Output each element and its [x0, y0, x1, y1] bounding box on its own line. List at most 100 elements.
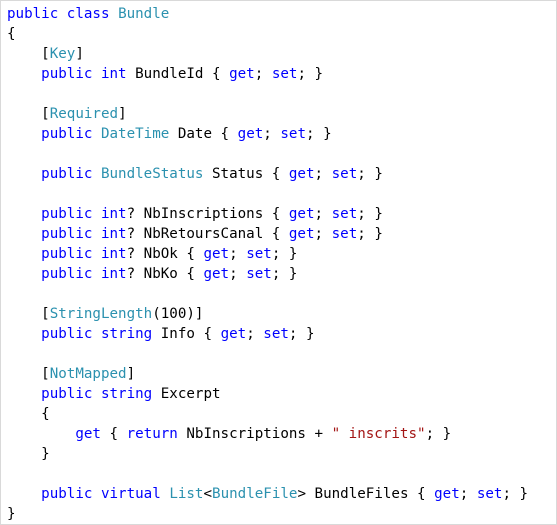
code-token: ;	[314, 206, 332, 222]
keyword-token: set	[476, 486, 503, 502]
keyword-token: public	[41, 166, 93, 182]
keyword-token: public	[41, 266, 93, 282]
code-line: [NotMapped]	[7, 364, 528, 384]
code-line: public int? NbKo { get; set; }	[7, 264, 528, 284]
keyword-token: get	[237, 126, 264, 142]
type-token: DateTime	[100, 126, 170, 142]
code-token: Date {	[169, 126, 238, 142]
code-editor[interactable]: public class Bundle{ [Key] public int Bu…	[0, 0, 557, 525]
keyword-token: int	[100, 226, 127, 242]
type-token: List	[169, 486, 204, 502]
string-token: " inscrits"	[331, 426, 426, 442]
keyword-token: public	[41, 486, 93, 502]
keyword-token: public	[41, 326, 93, 342]
code-token: {	[7, 26, 16, 42]
code-token: [	[7, 366, 50, 382]
keyword-token: public	[41, 66, 93, 82]
code-token: }	[7, 446, 50, 462]
code-token: [	[7, 46, 50, 62]
code-line: public class Bundle	[7, 4, 528, 24]
code-token: ;	[459, 486, 477, 502]
type-token: BundleFile	[212, 486, 298, 502]
code-token: ;	[246, 326, 264, 342]
code-line: public string Excerpt	[7, 384, 528, 404]
keyword-token: public	[7, 6, 59, 22]
code-line: [Key]	[7, 44, 528, 64]
keyword-token: get	[288, 166, 315, 182]
type-token: StringLength	[49, 306, 153, 322]
keyword-token: set	[246, 246, 272, 262]
code-line: public string Info { get; set; }	[7, 324, 528, 344]
keyword-token: get	[288, 226, 315, 242]
code-line: public int BundleId { get; set; }	[7, 64, 528, 84]
keyword-token: string	[100, 326, 153, 342]
type-token: Required	[49, 106, 119, 122]
keyword-token: get	[75, 426, 101, 442]
keyword-token: get	[220, 326, 247, 342]
keyword-token: public	[41, 126, 93, 142]
code-line: {	[7, 24, 528, 44]
code-block[interactable]: public class Bundle{ [Key] public int Bu…	[7, 4, 528, 524]
code-token: ? NbOk {	[126, 246, 204, 262]
code-token: ;	[314, 226, 332, 242]
code-line: [Required]	[7, 104, 528, 124]
code-token: ;	[254, 66, 272, 82]
code-token: ;	[229, 266, 247, 282]
type-token: Key	[49, 46, 76, 62]
code-line: public int? NbRetoursCanal { get; set; }	[7, 224, 528, 244]
code-token: ; }	[288, 326, 315, 342]
code-token: ? NbInscriptions {	[126, 206, 289, 222]
keyword-token: int	[100, 206, 127, 222]
code-token: ; }	[357, 206, 383, 222]
code-line: public int? NbInscriptions { get; set; }	[7, 204, 528, 224]
code-line: [StringLength(100)]	[7, 304, 528, 324]
keyword-token: class	[66, 6, 110, 22]
keyword-token: get	[434, 486, 460, 502]
code-line: public BundleStatus Status { get; set; }	[7, 164, 528, 184]
keyword-token: public	[41, 386, 93, 402]
keyword-token: int	[100, 246, 127, 262]
code-token: Info {	[152, 326, 221, 342]
keyword-token: public	[41, 206, 93, 222]
code-token: {	[100, 426, 127, 442]
code-line: get { return NbInscriptions + " inscrits…	[7, 424, 528, 444]
keyword-token: int	[100, 266, 127, 282]
keyword-token: get	[203, 246, 230, 262]
keyword-token: return	[126, 426, 178, 442]
keyword-token: set	[280, 126, 306, 142]
code-token: [	[7, 106, 50, 122]
keyword-token: get	[288, 206, 315, 222]
keyword-token: set	[246, 266, 272, 282]
type-token: Bundle	[118, 6, 170, 22]
code-token: <	[203, 486, 213, 502]
code-token: ; }	[357, 166, 383, 182]
code-token: ]	[126, 366, 136, 382]
keyword-token: set	[331, 206, 358, 222]
code-token: BundleId {	[126, 66, 230, 82]
code-token: Excerpt	[152, 386, 221, 402]
code-token: ; }	[306, 126, 332, 142]
code-token: ;	[314, 166, 332, 182]
